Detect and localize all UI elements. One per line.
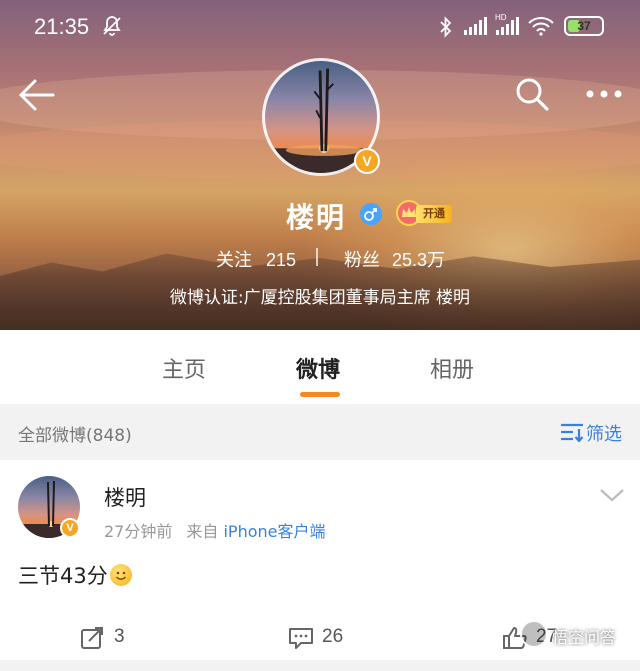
fans-count: 25.3万 — [392, 250, 446, 270]
vip-open-badge[interactable]: 开通 — [396, 200, 454, 226]
repost-button[interactable]: 3 — [80, 624, 150, 652]
comment-button[interactable]: 26 — [288, 624, 368, 652]
chevron-down-icon[interactable] — [598, 486, 626, 504]
comment-count: 26 — [322, 626, 344, 647]
fans-stat[interactable]: 粉丝 25.3万 — [344, 246, 445, 272]
post-verified-badge: V — [60, 518, 80, 538]
filter-button[interactable]: 筛选 — [560, 418, 630, 446]
search-icon[interactable] — [514, 76, 550, 112]
svg-text:HD: HD — [495, 13, 507, 22]
hd-signal-icon: HD — [495, 13, 519, 35]
watermark-text: 悟空问答 — [552, 628, 617, 647]
comment-icon — [289, 628, 313, 649]
post-body: 三节43分 — [18, 564, 108, 588]
mute-notifications-icon — [103, 16, 121, 36]
profile-stats: 关注 215 粉丝 25.3万 — [0, 244, 640, 272]
more-icon[interactable] — [584, 80, 624, 108]
active-tab-indicator — [300, 392, 340, 397]
post-meta: 27分钟前 来自 iPhone客户端 — [104, 518, 326, 542]
filter-label: 筛选 — [586, 424, 622, 445]
bottom-strip — [0, 660, 640, 671]
watermark-logo-icon — [520, 620, 548, 648]
bluetooth-icon — [440, 16, 452, 38]
vip-label: 开通 — [416, 205, 452, 223]
wifi-icon — [528, 17, 554, 36]
stat-divider — [316, 248, 318, 266]
filter-bar: 全部微博(848) 筛选 — [0, 404, 640, 460]
battery-icon: 37 — [564, 16, 604, 36]
following-stat[interactable]: 关注 215 — [216, 246, 296, 272]
fans-label: 粉丝 — [344, 250, 380, 271]
profile-tabs: 主页 微博 相册 — [0, 330, 640, 404]
tab-weibo[interactable]: 微博 — [296, 352, 340, 384]
following-label: 关注 — [216, 250, 252, 271]
battery-level: 37 — [577, 19, 591, 33]
post-source-link[interactable]: iPhone客户端 — [223, 522, 325, 541]
tab-home[interactable]: 主页 — [162, 352, 206, 384]
following-count: 215 — [266, 250, 297, 270]
profile-name: 楼明 — [286, 201, 347, 234]
status-time: 21:35 — [34, 14, 90, 39]
back-arrow-icon[interactable] — [18, 78, 56, 112]
filter-icon — [561, 423, 584, 442]
profile-page: 21:35 HD 37 V 楼明 开通 关注 215 粉丝 25.3万 微博认证… — [0, 0, 640, 671]
repost-count: 3 — [114, 626, 125, 647]
verified-badge: V — [354, 148, 380, 174]
status-bar: 21:35 HD 37 — [0, 0, 640, 54]
post-text: 三节43分 — [18, 560, 132, 590]
post-time: 27分钟前 — [104, 522, 173, 541]
post-source-prefix: 来自 — [186, 522, 219, 541]
tab-album[interactable]: 相册 — [430, 352, 474, 384]
watermark: 悟空问答 — [520, 610, 640, 660]
male-icon — [360, 203, 382, 225]
repost-icon — [81, 627, 103, 649]
signal-icon — [464, 17, 487, 35]
smile-emoji-icon — [109, 564, 132, 586]
post-author[interactable]: 楼明 — [104, 482, 146, 512]
verification-text: 微博认证:广厦控股集团董事局主席 楼明 — [169, 288, 471, 308]
post-count-label: 全部微博(848) — [18, 426, 132, 446]
